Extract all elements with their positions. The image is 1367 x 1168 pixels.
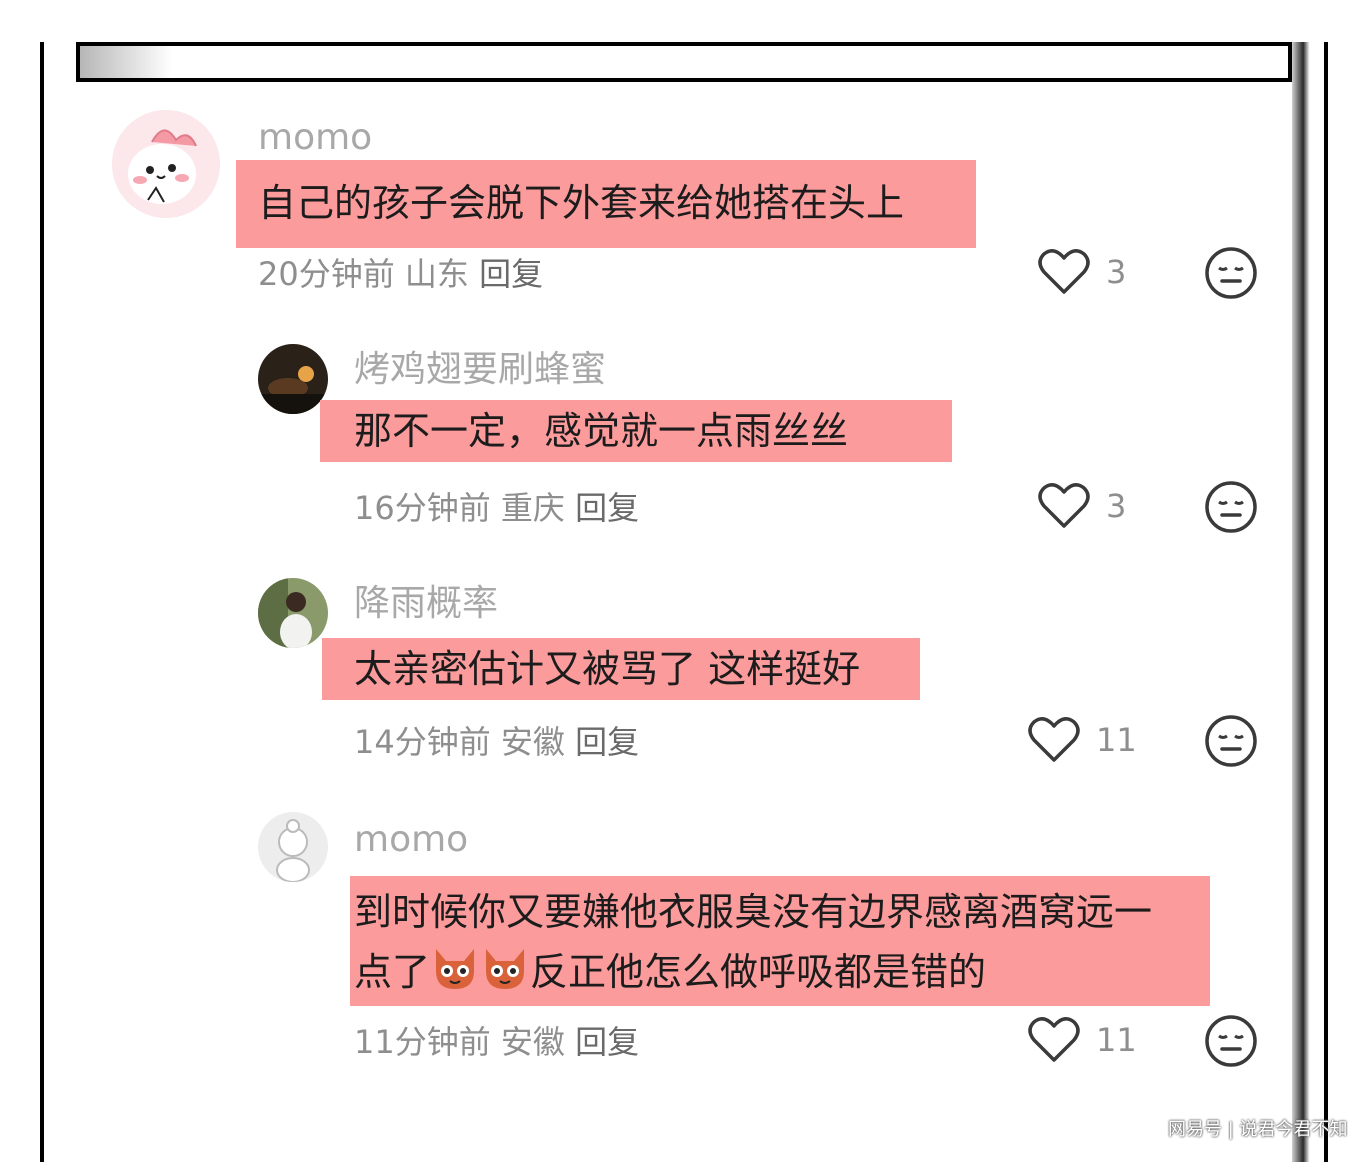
gray-cartoon-avatar-icon — [258, 812, 328, 882]
heart-icon[interactable] — [1028, 1016, 1080, 1064]
comment-text: 到时候你又要嫌他衣服臭没有边界感离酒窝远一 点了 反正他怎么做呼吸都是错的 — [350, 876, 1210, 1006]
meh-face-icon[interactable] — [1204, 1014, 1258, 1068]
comment-time: 20分钟前 — [258, 255, 395, 293]
comment-location: 山东 — [404, 255, 469, 293]
username[interactable]: momo — [354, 820, 468, 860]
night-photo-avatar-icon — [258, 344, 328, 414]
comment-text-line: 到时候你又要嫌他衣服臭没有边界感离酒窝远一 — [354, 890, 1153, 934]
meh-face-icon[interactable] — [1204, 480, 1258, 534]
meh-face-icon[interactable] — [1204, 246, 1258, 300]
meh-face-icon[interactable] — [1204, 714, 1258, 768]
frame-left-border — [40, 42, 80, 1162]
avatar[interactable] — [258, 344, 328, 414]
like-count: 11 — [1096, 721, 1137, 759]
avatar[interactable] — [258, 578, 328, 648]
reply-button[interactable]: 回复 — [575, 489, 639, 527]
comment-meta: 16分钟前 重庆 回复 — [354, 488, 639, 528]
pink-cartoon-avatar-icon — [112, 110, 220, 218]
comment-text-line: 自己的孩子会脱下外套来给她搭在头上 — [258, 181, 905, 225]
comment-text: 太亲密估计又被骂了 这样挺好 — [322, 638, 920, 700]
comment-list: momo 自己的孩子会脱下外套来给她搭在头上 20分钟前 山东 回复 3 烤鸡翅… — [76, 78, 1292, 1168]
reply-button[interactable]: 回复 — [575, 1023, 639, 1061]
comment-location: 安徽 — [500, 723, 565, 761]
watermark: 网易号 | 说君今君不知 — [1168, 1119, 1348, 1140]
reply-button[interactable]: 回复 — [479, 255, 543, 293]
comment-text-line-2: 点了 反正他怎么做呼吸都是错的 — [354, 942, 1210, 1002]
username[interactable]: 降雨概率 — [354, 584, 498, 624]
heart-icon[interactable] — [1038, 482, 1090, 530]
comment-text: 那不一定，感觉就一点雨丝丝 — [320, 400, 952, 462]
comment-location: 安徽 — [500, 1023, 565, 1061]
comment-text-line: 太亲密估计又被骂了 这样挺好 — [354, 647, 861, 691]
fox-emoji-icon — [436, 949, 475, 989]
comment-text-line: 那不一定，感觉就一点雨丝丝 — [354, 409, 849, 453]
frame-right-border — [1288, 42, 1328, 1162]
comment-text: 自己的孩子会脱下外套来给她搭在头上 — [236, 160, 976, 248]
heart-icon[interactable] — [1028, 716, 1080, 764]
frame-top-border — [40, 42, 1328, 82]
fox-emoji-icon — [486, 949, 525, 989]
reply-button[interactable]: 回复 — [575, 723, 639, 761]
avatar[interactable] — [112, 110, 220, 218]
comment-time: 11分钟前 — [354, 1023, 491, 1061]
like-count: 11 — [1096, 1021, 1137, 1059]
avatar[interactable] — [258, 812, 328, 882]
comment-time: 14分钟前 — [354, 723, 491, 761]
comment-location: 重庆 — [500, 489, 565, 527]
comment-meta: 14分钟前 安徽 回复 — [354, 722, 639, 762]
comment-text-line: 反正他怎么做呼吸都是错的 — [530, 950, 987, 994]
comment-text-line: 点了 — [354, 950, 431, 994]
heart-icon[interactable] — [1038, 248, 1090, 296]
person-photo-avatar-icon — [258, 578, 328, 648]
username[interactable]: 烤鸡翅要刷蜂蜜 — [354, 350, 606, 390]
comment-meta: 20分钟前 山东 回复 — [258, 254, 543, 294]
comment-time: 16分钟前 — [354, 489, 491, 527]
like-count: 3 — [1106, 487, 1127, 525]
like-count: 3 — [1106, 253, 1127, 291]
username[interactable]: momo — [258, 118, 372, 158]
comment-meta: 11分钟前 安徽 回复 — [354, 1022, 639, 1062]
